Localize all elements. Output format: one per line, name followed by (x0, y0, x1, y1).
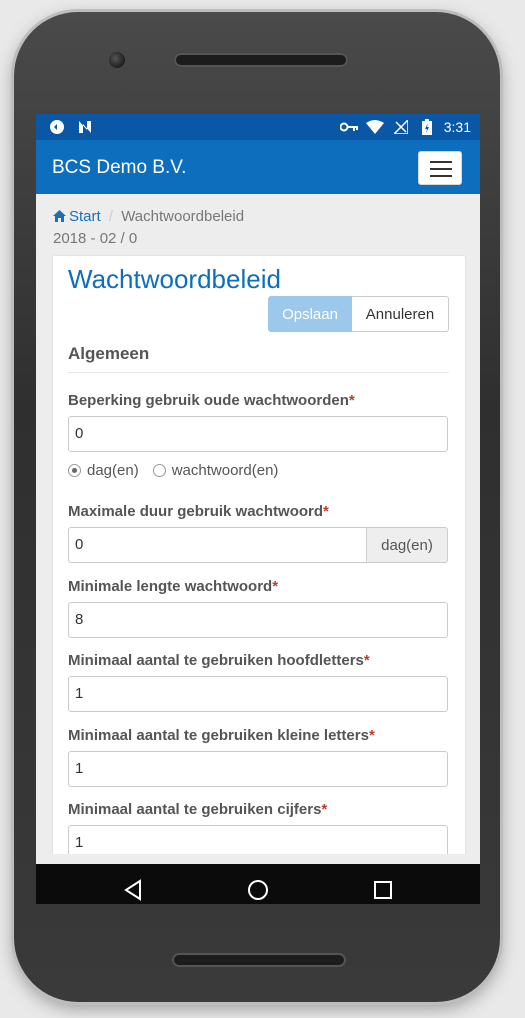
radio-passwords[interactable] (152, 464, 166, 477)
form-card: Wachtwoordbeleid Opslaan Annuleren Algem… (53, 256, 465, 854)
save-button[interactable]: Opslaan (268, 296, 352, 332)
min-uppercase-input[interactable]: 1 (68, 676, 448, 712)
battery-charging-icon (418, 118, 436, 136)
radio-group-unit: dag(en) wachtwoord(en) (68, 462, 278, 479)
page-content: Start / Wachtwoordbeleid 2018 - 02 / 0 W… (36, 194, 480, 854)
action-buttons: Opslaan Annuleren (268, 296, 449, 332)
back-triangle-icon (124, 879, 141, 901)
min-digits-input[interactable]: 1 (68, 825, 448, 854)
section-title: Algemeen (68, 344, 449, 373)
radio-days[interactable] (68, 464, 81, 477)
no-signal-icon (392, 118, 410, 136)
radio-passwords-label: wachtwoord(en) (171, 462, 279, 479)
min-length-input[interactable]: 8 (68, 602, 448, 638)
field-label-min-lowercase: Minimaal aantal te gebruiken kleine lett… (68, 727, 375, 744)
field-label-old-passwords: Beperking gebruik oude wachtwoorden* (68, 392, 355, 409)
status-bar: 3:31 (36, 114, 480, 140)
min-lowercase-input[interactable]: 1 (68, 751, 448, 787)
phone-frame: 3:31 BCS Demo B.V. Start / Wachtwoordbel… (14, 12, 500, 1002)
vpn-key-icon (339, 118, 358, 136)
android-nav-bar (36, 864, 480, 904)
period-subtitle: 2018 - 02 / 0 (53, 230, 138, 247)
earpiece-speaker (174, 53, 348, 67)
status-time: 3:31 (443, 119, 471, 135)
home-icon (53, 210, 66, 222)
field-label-min-digits: Minimaal aantal te gebruiken cijfers* (68, 801, 328, 818)
breadcrumb: Start / Wachtwoordbeleid (53, 208, 244, 225)
breadcrumb-home-label: Start (69, 208, 101, 225)
hamburger-menu-icon (430, 161, 452, 163)
max-duration-group: 0 dag(en) (68, 527, 448, 563)
front-camera (109, 52, 125, 68)
field-label-max-duration: Maximale duur gebruik wachtwoord* (68, 503, 329, 520)
radio-days-label: dag(en) (87, 462, 139, 479)
n-notification-icon (76, 118, 94, 136)
max-duration-input[interactable]: 0 (68, 527, 367, 563)
field-label-min-uppercase: Minimaal aantal te gebruiken hoofdletter… (68, 652, 370, 669)
breadcrumb-separator: / (108, 208, 114, 225)
bottom-speaker (172, 953, 346, 967)
max-duration-unit: dag(en) (367, 527, 448, 563)
breadcrumb-home-link[interactable]: Start (53, 208, 105, 225)
recents-square-icon (374, 881, 392, 899)
home-button[interactable] (246, 878, 270, 902)
menu-button[interactable] (418, 151, 462, 185)
data-saver-icon (48, 118, 66, 136)
old-passwords-input[interactable]: 0 (68, 416, 448, 452)
wifi-icon (365, 118, 384, 136)
app-bar: BCS Demo B.V. (36, 140, 480, 194)
required-marker: * (348, 392, 355, 409)
home-circle-icon (248, 880, 268, 900)
page-title: Wachtwoordbeleid (68, 264, 281, 294)
recents-button[interactable] (371, 878, 395, 902)
breadcrumb-current: Wachtwoordbeleid (121, 208, 245, 225)
field-label-min-length: Minimale lengte wachtwoord* (68, 578, 279, 595)
back-button[interactable] (122, 878, 146, 902)
cancel-button[interactable]: Annuleren (352, 296, 449, 332)
screen: 3:31 BCS Demo B.V. Start / Wachtwoordbel… (36, 114, 480, 904)
app-title: BCS Demo B.V. (52, 157, 187, 178)
